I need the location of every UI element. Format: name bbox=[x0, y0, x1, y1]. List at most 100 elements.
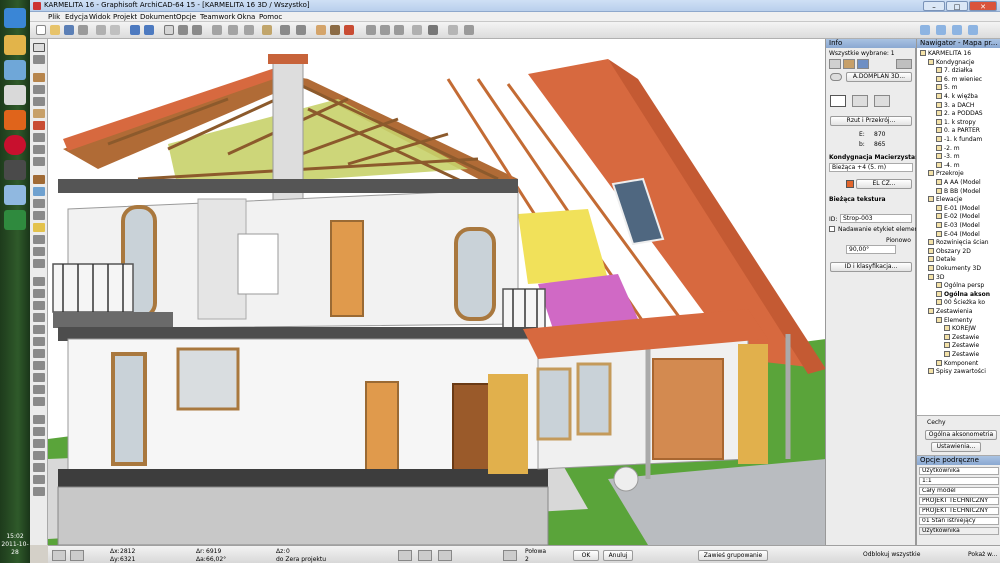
detail-tool-icon[interactable] bbox=[33, 475, 45, 484]
roof-icon[interactable] bbox=[344, 25, 354, 35]
label-checkbox[interactable] bbox=[829, 226, 835, 232]
marquee-tool-icon[interactable] bbox=[33, 55, 45, 64]
show-all-button[interactable]: Pokaż w... bbox=[968, 551, 997, 558]
section-tool-icon[interactable] bbox=[33, 427, 45, 436]
menu-plik[interactable]: Plik bbox=[48, 12, 60, 22]
navigator-item[interactable]: 00 Ścieżka ko bbox=[936, 299, 985, 307]
level-dimension-tool-icon[interactable] bbox=[33, 289, 45, 298]
e-value[interactable]: 870 bbox=[874, 131, 885, 138]
spreadsheet-icon[interactable] bbox=[4, 210, 26, 230]
beam-tool-icon[interactable] bbox=[33, 97, 45, 106]
navigator-item[interactable]: 4. k więźba bbox=[936, 93, 978, 101]
guide-icon[interactable] bbox=[244, 25, 254, 35]
shell-tool-icon[interactable] bbox=[33, 133, 45, 142]
option-row[interactable]: PROJEKT TECHNICZNY bbox=[919, 497, 999, 505]
menu-okna[interactable]: Okna bbox=[237, 12, 255, 22]
navigator-item[interactable]: Zestawienia bbox=[928, 308, 972, 316]
navigator-item[interactable]: Obszary 2D bbox=[928, 247, 971, 256]
navigator-item[interactable]: Kondygnacje bbox=[928, 58, 974, 67]
navigator-item[interactable]: 3D bbox=[928, 273, 944, 282]
figure-tool-icon[interactable] bbox=[33, 397, 45, 406]
spline-tool-icon[interactable] bbox=[33, 373, 45, 382]
structure-composite-icon[interactable] bbox=[852, 95, 868, 107]
navigator-item[interactable]: Rozwinięcia ścian bbox=[928, 239, 989, 247]
slab-icon[interactable] bbox=[330, 25, 340, 35]
window-tool-icon[interactable] bbox=[33, 187, 45, 196]
navigator-item[interactable]: Zestawie bbox=[944, 342, 979, 350]
view-settings-button[interactable]: Ustawienia... bbox=[931, 442, 981, 452]
print-icon[interactable] bbox=[78, 25, 88, 35]
camera-tool-icon[interactable] bbox=[33, 415, 45, 424]
dz-value[interactable]: 0 bbox=[286, 548, 290, 555]
navigator-item[interactable]: KARMELITA 16 bbox=[920, 50, 971, 58]
navigator-item[interactable]: -3. m bbox=[936, 153, 960, 161]
navigator-item[interactable]: Dokumenty 3D bbox=[928, 265, 981, 273]
worksheet-tool-icon[interactable] bbox=[33, 463, 45, 472]
walk-icon[interactable] bbox=[464, 25, 474, 35]
mesh-tool-icon[interactable] bbox=[33, 259, 45, 268]
fit-window-icon[interactable] bbox=[394, 25, 404, 35]
menu-projekt[interactable]: Projekt bbox=[113, 12, 137, 22]
elevation-tool-icon[interactable] bbox=[33, 439, 45, 448]
ie-icon[interactable] bbox=[4, 8, 26, 28]
explorer-icon[interactable] bbox=[4, 185, 26, 205]
zoom-out-icon[interactable] bbox=[380, 25, 390, 35]
column-tool-icon[interactable] bbox=[33, 85, 45, 94]
documents-icon[interactable] bbox=[4, 60, 26, 80]
settings-dialog-icon[interactable] bbox=[896, 59, 912, 69]
material-button[interactable]: EL CZ... bbox=[856, 179, 912, 189]
menu-dokument[interactable]: Dokument bbox=[140, 12, 176, 22]
navigator-item[interactable]: 6. m wieniec bbox=[936, 75, 982, 84]
cancel-button[interactable]: Anuluj bbox=[603, 550, 633, 561]
undo-icon[interactable] bbox=[130, 25, 140, 35]
id-field[interactable]: Strop-003 bbox=[840, 214, 912, 223]
palette-navigator-icon[interactable] bbox=[936, 25, 946, 35]
skylight-tool-icon[interactable] bbox=[33, 145, 45, 154]
option-row[interactable]: PROJEKT TECHNICZNY bbox=[919, 507, 999, 515]
navigator-item[interactable]: E-01 (Model bbox=[936, 204, 980, 213]
explore-icon[interactable] bbox=[448, 25, 458, 35]
select-arrow-icon[interactable] bbox=[829, 59, 841, 69]
pointer-icon[interactable] bbox=[164, 25, 174, 35]
da-value[interactable]: 66,02° bbox=[206, 556, 226, 563]
structure-profile-icon[interactable] bbox=[874, 95, 890, 107]
option-row[interactable]: Użytkownika bbox=[919, 467, 999, 475]
navigator-item[interactable]: 0. a PARTER bbox=[936, 127, 980, 135]
b-value[interactable]: 865 bbox=[874, 141, 885, 148]
hotspot-tool-icon[interactable] bbox=[33, 385, 45, 394]
option-row[interactable]: Użytkownika bbox=[919, 527, 999, 535]
line-tool-icon[interactable] bbox=[33, 337, 45, 346]
geometry-icon[interactable] bbox=[857, 59, 869, 69]
navigator-item[interactable]: B BB (Model bbox=[936, 187, 981, 196]
magic-wand-icon[interactable] bbox=[192, 25, 202, 35]
suspend-groups-button[interactable]: Zawieś grupowanie bbox=[698, 550, 768, 561]
corner-window-tool-icon[interactable] bbox=[33, 199, 45, 208]
trace-icon[interactable] bbox=[262, 25, 272, 35]
interior-elevation-tool-icon[interactable] bbox=[33, 451, 45, 460]
folder-icon[interactable] bbox=[4, 35, 26, 55]
ok-button[interactable]: OK bbox=[573, 550, 599, 561]
navigator-item[interactable]: Elewacje bbox=[928, 196, 962, 204]
navigator-item[interactable]: Spisy zawartości bbox=[928, 368, 986, 376]
3d-viewport[interactable] bbox=[48, 39, 826, 545]
dx-value[interactable]: 2812 bbox=[120, 548, 135, 555]
section-icon[interactable] bbox=[296, 25, 306, 35]
navigator-item[interactable]: E-04 (Model bbox=[936, 230, 980, 239]
navigator-item[interactable]: 3. a DACH bbox=[936, 101, 974, 110]
navigator-item[interactable]: -2. m bbox=[936, 144, 960, 153]
dy-value[interactable]: 6321 bbox=[120, 556, 135, 563]
dimension-tool-icon[interactable] bbox=[33, 277, 45, 286]
navigator-item[interactable]: Elementy bbox=[936, 316, 972, 325]
navigator-item[interactable]: Przekroje bbox=[928, 170, 964, 178]
menu-pomoc[interactable]: Pomoc bbox=[259, 12, 282, 22]
guide-status-icon[interactable] bbox=[438, 550, 452, 561]
navigator-item[interactable]: A AA (Model bbox=[936, 179, 981, 187]
eye-icon[interactable] bbox=[830, 73, 842, 81]
angle-field[interactable]: 90,00° bbox=[846, 245, 896, 254]
clock[interactable]: 15:02 2011-10-28 bbox=[0, 533, 30, 557]
navigator-item[interactable]: -4. m bbox=[936, 161, 960, 170]
navigator-item[interactable]: Zestawie bbox=[944, 351, 979, 359]
unlock-all-button[interactable]: Odblokuj wszystkie bbox=[863, 551, 920, 558]
open-file-icon[interactable] bbox=[50, 25, 60, 35]
change-tool-icon[interactable] bbox=[33, 487, 45, 496]
